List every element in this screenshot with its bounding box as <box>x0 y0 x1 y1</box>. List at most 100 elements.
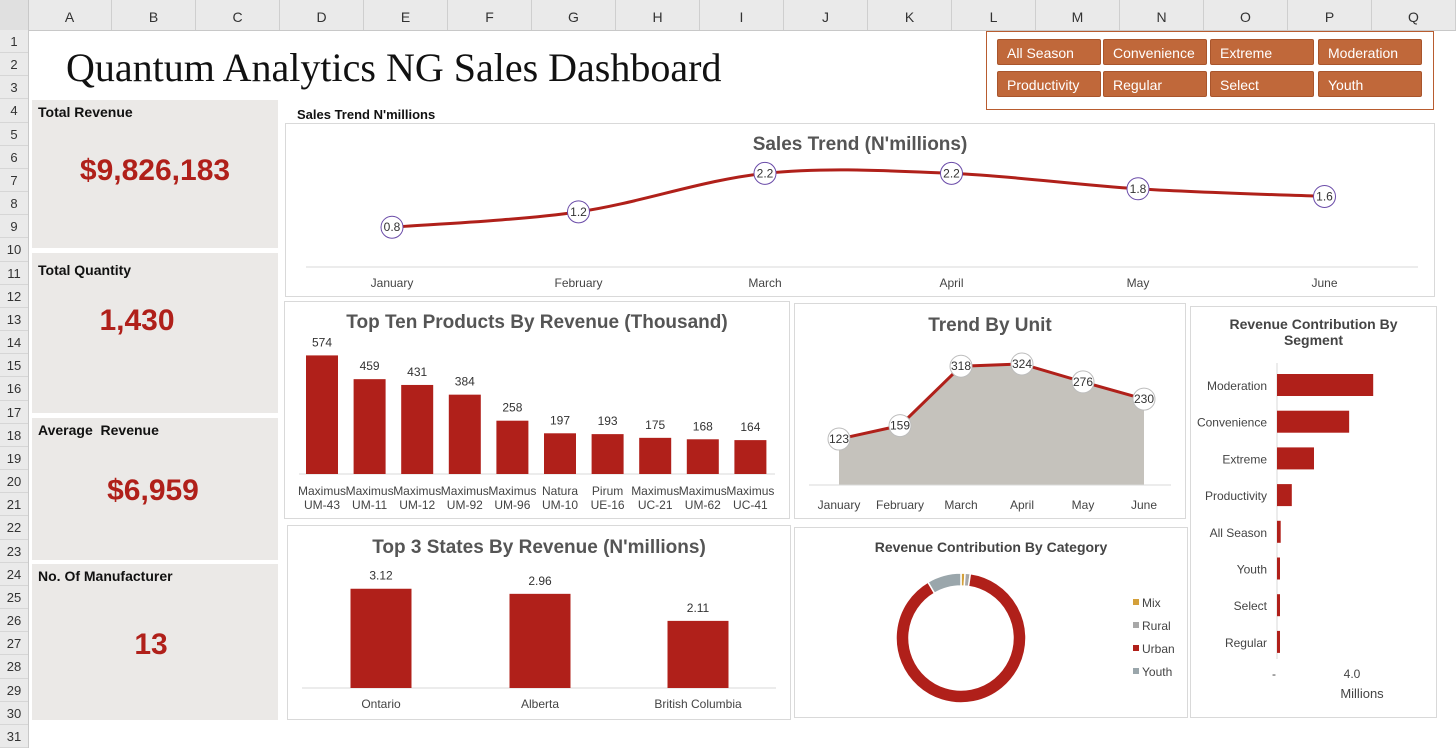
y-tick-label: Regular <box>1225 636 1267 650</box>
bar <box>1277 447 1314 470</box>
x-tick-label: UM-92 <box>447 498 483 512</box>
category-chart-panel[interactable]: Revenue Contribution By Category Mix Rura… <box>794 527 1188 718</box>
row-header-3[interactable]: 3 <box>0 76 28 100</box>
trend-by-unit-chart-panel[interactable]: Trend By Unit 123 January 159 February 318 Ma… <box>794 303 1186 519</box>
data-label: 574 <box>312 335 332 349</box>
bar <box>591 434 624 474</box>
x-tick-label: UE-16 <box>591 498 625 512</box>
row-header-9[interactable]: 9 <box>0 215 28 239</box>
top-states-chart-panel[interactable]: Top 3 States By Revenue (N'millions) 3.1… <box>287 525 791 720</box>
sales-trend-chart-panel[interactable]: Sales Trend (N'millions) 0.8 January 1.2 Fe… <box>285 123 1435 297</box>
data-label: 1.2 <box>570 205 587 219</box>
bar <box>1277 410 1350 433</box>
column-header-i[interactable]: I <box>700 0 784 30</box>
series-line <box>391 168 1325 229</box>
top-products-chart-panel[interactable]: Top Ten Products By Revenue (Thousand) 5… <box>284 301 790 519</box>
column-header-c[interactable]: C <box>196 0 280 30</box>
kpi-value: $6,959 <box>107 474 199 507</box>
column-header-e[interactable]: E <box>364 0 448 30</box>
row-header-18[interactable]: 18 <box>0 424 28 447</box>
column-header-f[interactable]: F <box>448 0 532 30</box>
row-header-15[interactable]: 15 <box>0 354 28 378</box>
data-label: 193 <box>598 414 618 428</box>
bar <box>667 620 729 688</box>
column-header-b[interactable]: B <box>112 0 196 30</box>
data-label: 276 <box>1073 375 1093 389</box>
x-tick-label: May <box>1072 498 1095 512</box>
slicer-button-moderation[interactable]: Moderation <box>1318 39 1422 65</box>
column-header-a[interactable]: A <box>28 0 112 30</box>
slicer-button-select[interactable]: Select <box>1210 71 1314 97</box>
row-header-30[interactable]: 30 <box>0 702 28 725</box>
kpi-label: Total Quantity <box>38 262 132 278</box>
row-header-6[interactable]: 6 <box>0 146 28 169</box>
kpi-value: $9,826,183 <box>79 154 231 187</box>
row-header-24[interactable]: 24 <box>0 563 28 586</box>
top-states-chart: 3.12 Ontario 2.96 Alberta 2.11 British Columb… <box>302 569 776 711</box>
legend-label: Urban <box>1142 642 1175 656</box>
segment-chart-panel[interactable]: Revenue Contribution By Segment Moderati… <box>1190 306 1437 718</box>
data-label: 459 <box>360 359 380 373</box>
data-label: 197 <box>550 413 570 427</box>
legend-swatch <box>1133 645 1139 651</box>
row-header-5[interactable]: 5 <box>0 123 28 146</box>
kpi-manufacturers: No. Of Manufacturer 13 <box>32 564 278 720</box>
row-header-17[interactable]: 17 <box>0 401 28 424</box>
column-header-o[interactable]: O <box>1204 0 1288 30</box>
slicer-button-all-season[interactable]: All Season <box>997 39 1101 65</box>
data-label: 164 <box>740 420 760 434</box>
bar <box>448 394 481 474</box>
row-header-20[interactable]: 20 <box>0 470 28 494</box>
row-header-26[interactable]: 26 <box>0 609 28 633</box>
x-tick-label: UM-12 <box>399 498 435 512</box>
row-header-7[interactable]: 7 <box>0 169 28 193</box>
column-header-h[interactable]: H <box>616 0 700 30</box>
x-tick-label: Maximus <box>441 484 489 498</box>
y-tick-label: Youth <box>1237 563 1267 577</box>
x-tick-label: January <box>818 498 861 512</box>
row-header-19[interactable]: 19 <box>0 447 28 471</box>
pie-slice <box>926 572 962 595</box>
row-header-21[interactable]: 21 <box>0 493 28 517</box>
column-header-q[interactable]: Q <box>1372 0 1456 30</box>
row-header-2[interactable]: 2 <box>0 53 28 77</box>
row-header-25[interactable]: 25 <box>0 586 28 610</box>
column-header-d[interactable]: D <box>280 0 364 30</box>
row-header-27[interactable]: 27 <box>0 632 28 656</box>
column-header-bar: ABCDEFGHIJKLMNOPQ <box>0 0 1456 31</box>
slicer-button-extreme[interactable]: Extreme <box>1210 39 1314 65</box>
x-tick-label: March <box>944 498 977 512</box>
row-header-1[interactable]: 1 <box>0 30 28 54</box>
row-header-28[interactable]: 28 <box>0 655 28 679</box>
legend-label: Mix <box>1142 596 1161 610</box>
row-header-22[interactable]: 22 <box>0 516 28 540</box>
row-header-10[interactable]: 10 <box>0 238 28 262</box>
column-header-k[interactable]: K <box>868 0 952 30</box>
x-tick-label: British Columbia <box>654 697 742 711</box>
column-header-n[interactable]: N <box>1120 0 1204 30</box>
kpi-label: Average Revenue <box>38 422 159 438</box>
slicer-button-productivity[interactable]: Productivity <box>997 71 1101 97</box>
column-header-j[interactable]: J <box>784 0 868 30</box>
row-header-29[interactable]: 29 <box>0 679 28 702</box>
column-header-m[interactable]: M <box>1036 0 1120 30</box>
row-header-16[interactable]: 16 <box>0 377 28 401</box>
data-label: 324 <box>1012 357 1032 371</box>
column-header-l[interactable]: L <box>952 0 1036 30</box>
select-all-corner[interactable] <box>0 0 29 30</box>
data-label: 384 <box>455 375 475 389</box>
dashboard-title: Quantum Analytics NG Sales Dashboard <box>66 45 722 90</box>
column-header-g[interactable]: G <box>532 0 616 30</box>
row-header-4[interactable]: 4 <box>0 99 28 123</box>
sales-trend-caption: Sales Trend N'millions <box>297 107 436 122</box>
row-header-8[interactable]: 8 <box>0 192 28 216</box>
row-header-23[interactable]: 23 <box>0 540 28 563</box>
row-header-11[interactable]: 11 <box>0 262 28 285</box>
slicer-button-convenience[interactable]: Convenience <box>1103 39 1207 65</box>
slicer-button-regular[interactable]: Regular <box>1103 71 1207 97</box>
column-header-p[interactable]: P <box>1288 0 1372 30</box>
data-label: 258 <box>502 401 522 415</box>
row-header-31[interactable]: 31 <box>0 725 28 748</box>
legend-swatch <box>1133 599 1139 605</box>
slicer-button-youth[interactable]: Youth <box>1318 71 1422 97</box>
